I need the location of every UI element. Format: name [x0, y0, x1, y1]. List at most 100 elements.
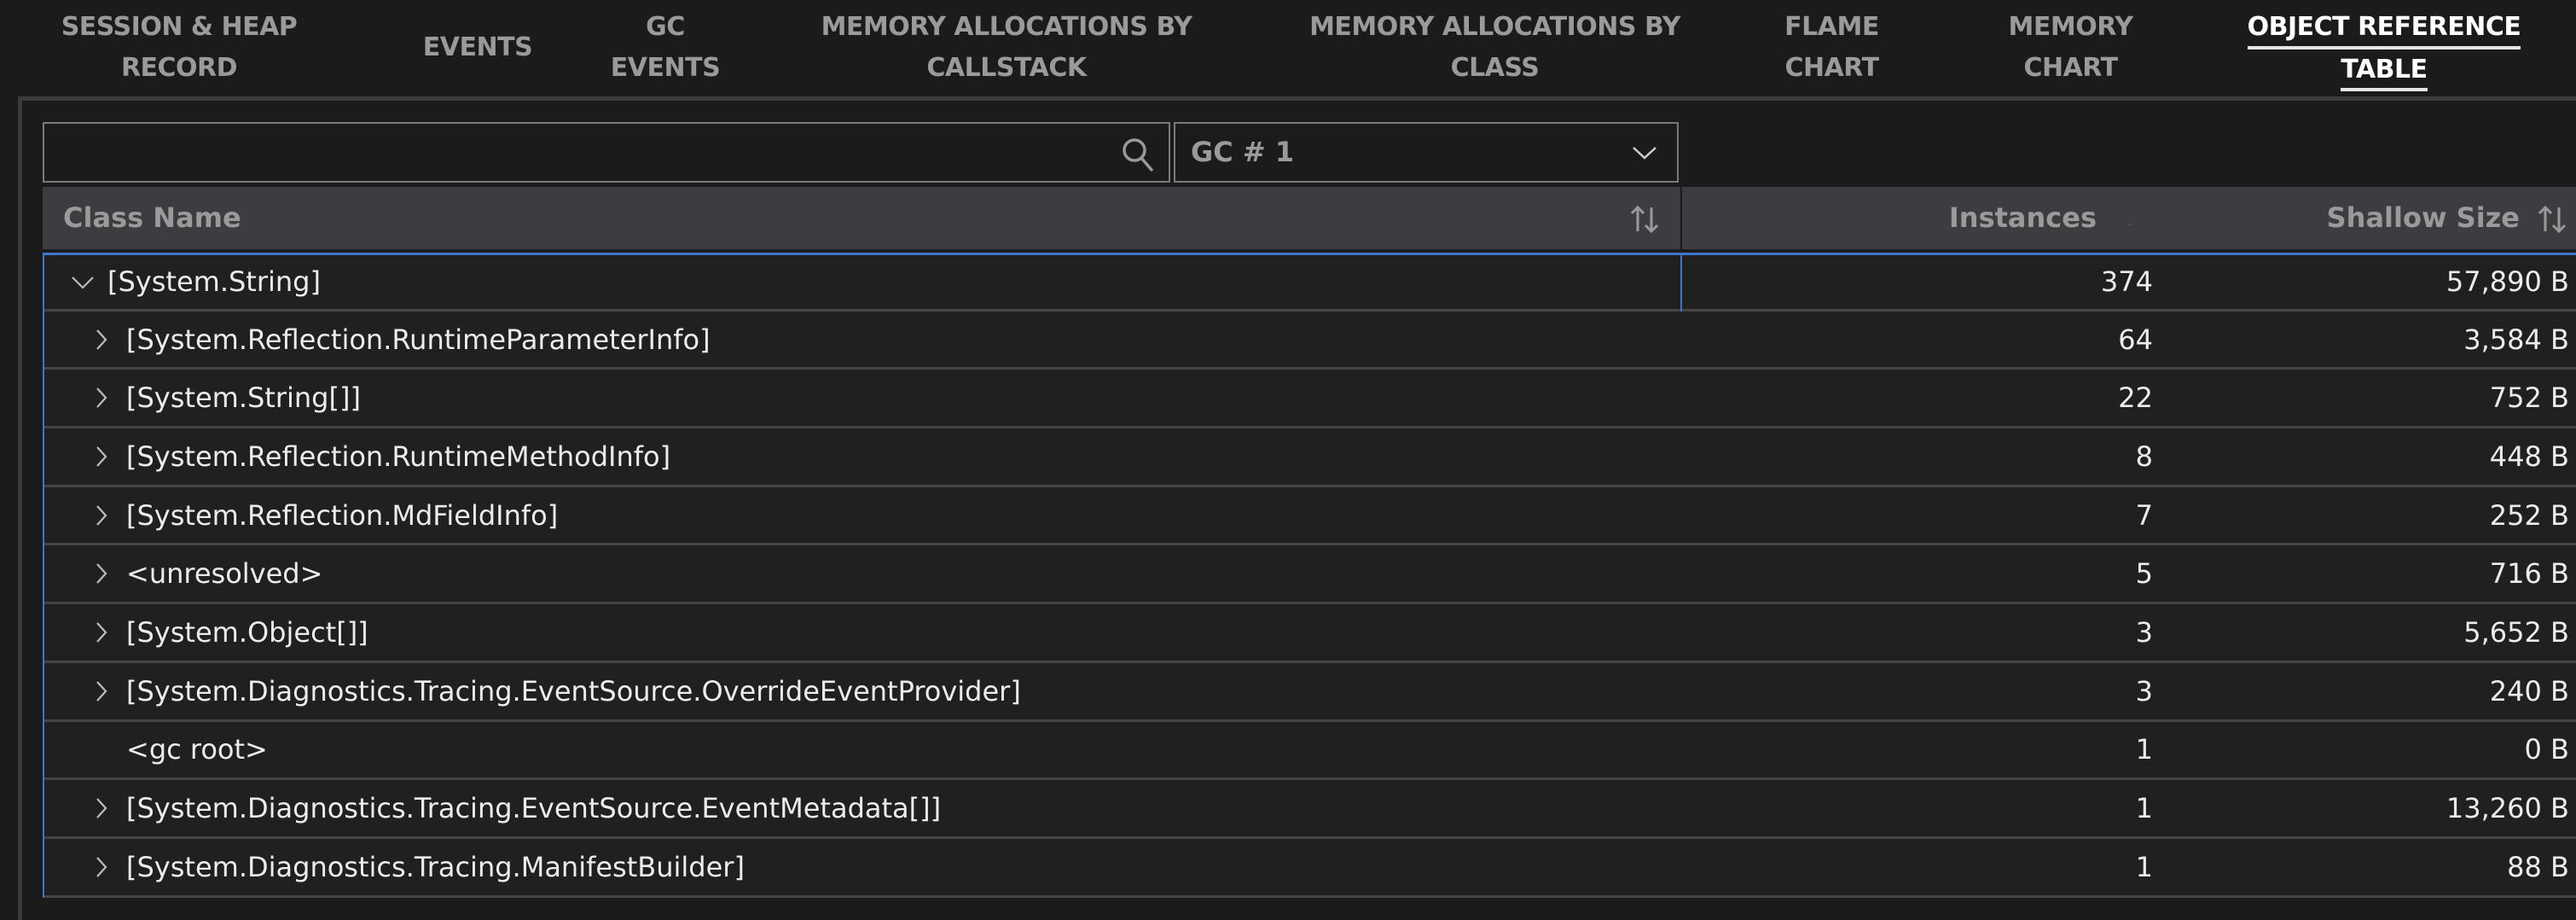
instances-cell: 22 [2118, 381, 2153, 415]
tab-memory-chart[interactable]: MEMORY CHART [1996, 7, 2145, 89]
chevron-right-icon[interactable] [89, 854, 114, 880]
class-name: [System.String] [107, 265, 321, 299]
chevron-right-icon[interactable] [89, 327, 114, 352]
tab-label: MEMORY ALLOCATIONS BY [821, 12, 1192, 42]
gc-select[interactable]: GC # 1 [1174, 122, 1679, 183]
table-row[interactable]: [System.String] 374 57,890 B [43, 253, 2576, 313]
instances-cell: 1 [2135, 850, 2153, 883]
chevron-down-icon[interactable] [70, 269, 96, 294]
column-header-class-name[interactable]: Class Name [43, 187, 1680, 249]
class-name-cell: [System.Diagnostics.Tracing.EventSource.… [44, 780, 941, 836]
class-name: <unresolved> [126, 557, 323, 591]
column-header-instances[interactable]: Instances [1682, 187, 2170, 249]
table-row[interactable]: [System.String[]] 22 752 B [44, 370, 2576, 429]
class-name: [System.Object[]] [126, 615, 368, 649]
column-label: Instances [1948, 201, 2097, 234]
table-row[interactable]: [System.Reflection.MdFieldInfo] 7 252 B [44, 486, 2576, 546]
class-name: [System.Reflection.MdFieldInfo] [126, 498, 559, 532]
instances-cell: 374 [2100, 265, 2153, 299]
tab-object-reference-table[interactable]: OBJECT REFERENCE TABLE [2226, 7, 2542, 91]
search-input[interactable] [44, 124, 1102, 181]
tab-label: MEMORY ALLOCATIONS BY [1309, 12, 1680, 42]
tab-label: SESSION & HEAP RECORD [61, 12, 298, 83]
tab-label: CHART [1784, 53, 1879, 83]
chevron-down-icon [1633, 147, 1656, 160]
table-body: [System.String] 374 57,890 B [System.Reflec… [43, 253, 2576, 898]
table-row[interactable]: [System.Diagnostics.Tracing.EventSource.… [44, 662, 2576, 722]
tab-flame-chart[interactable]: FLAME CHART [1774, 7, 1889, 89]
instances-cell: 1 [2135, 733, 2153, 766]
table-row[interactable]: [System.Diagnostics.Tracing.EventSource.… [44, 780, 2576, 839]
table-header: Class Name Instances Shallow Size [43, 187, 2576, 249]
table-row[interactable]: <unresolved> 5 716 B [44, 545, 2576, 605]
shallow-size-cell: 448 B [2489, 440, 2569, 473]
column-label: Class Name [63, 201, 241, 234]
tab-label: OBJECT REFERENCE [2247, 9, 2521, 49]
gc-select-value: GC # 1 [1191, 136, 1295, 168]
chevron-right-icon[interactable] [89, 620, 114, 645]
column-label: Shallow Size [2326, 201, 2520, 234]
tab-bar: SESSION & HEAP RECORD INFO EVENTS GC EVE… [0, 0, 2576, 124]
sort-both-icon[interactable] [2537, 204, 2567, 235]
chevron-right-icon[interactable] [89, 561, 114, 586]
class-name: [System.Diagnostics.Tracing.EventSource.… [126, 674, 1021, 707]
table-row[interactable]: <gc root> 1 0 B [44, 721, 2576, 781]
instances-cell: 8 [2135, 440, 2153, 473]
class-name-cell: [System.Diagnostics.Tracing.EventSource.… [44, 663, 1021, 719]
instances-cell: 3 [2135, 615, 2153, 649]
instances-cell: 1 [2135, 792, 2153, 825]
shallow-size-cell: 252 B [2489, 498, 2569, 532]
class-name-cell: [System.Object[]] [44, 604, 368, 661]
chevron-right-icon[interactable] [89, 678, 114, 704]
table-row[interactable]: [System.Diagnostics.Tracing.ManifestBuil… [44, 838, 2576, 898]
table-row[interactable]: [System.Object[]] 3 5,652 B [44, 604, 2576, 663]
class-name-cell: <gc root> [44, 722, 268, 778]
shallow-size-cell: 88 B [2507, 850, 2569, 883]
tab-memory-allocations-by-class[interactable]: MEMORY ALLOCATIONS BY CLASS [1301, 7, 1689, 89]
class-name: [System.Reflection.RuntimeMethodInfo] [126, 440, 671, 473]
instances-cell: 64 [2118, 323, 2153, 356]
tab-gc-events[interactable]: GC EVENTS [597, 7, 734, 89]
table-row[interactable]: [System.Reflection.RuntimeMethodInfo] 8 44… [44, 428, 2576, 487]
class-name-cell: [System.Reflection.RuntimeMethodInfo] [44, 428, 670, 485]
tab-label: GC [646, 12, 685, 42]
table-row[interactable]: [System.Reflection.RuntimeParameterInfo]… [44, 311, 2576, 370]
class-name: <gc root> [126, 733, 268, 766]
class-name-cell: [System.Reflection.MdFieldInfo] [44, 487, 558, 544]
search-box[interactable] [43, 122, 1170, 183]
chevron-right-icon[interactable] [89, 503, 114, 528]
shallow-size-cell: 752 B [2489, 381, 2569, 415]
search-icon[interactable] [1119, 136, 1157, 173]
tab-label: MEMORY [2008, 12, 2133, 42]
chevron-right-icon[interactable] [89, 795, 114, 821]
shallow-size-cell: 716 B [2489, 557, 2569, 591]
class-name: [System.Diagnostics.Tracing.ManifestBuil… [126, 850, 745, 883]
shallow-size-cell: 240 B [2489, 674, 2569, 707]
tab-label: CHART [2023, 53, 2118, 83]
tab-label: CLASS [1450, 53, 1540, 83]
class-name-cell: [System.String] [44, 255, 321, 309]
class-name: [System.String[]] [126, 381, 361, 415]
class-name: [System.Reflection.RuntimeParameterInfo] [126, 323, 711, 356]
tab-events[interactable]: EVENTS [414, 27, 542, 68]
tab-label: EVENTS [610, 53, 721, 83]
shallow-size-cell: 5,652 B [2463, 615, 2569, 649]
instances-cell: 7 [2135, 498, 2153, 532]
class-name-cell: <unresolved> [44, 545, 322, 602]
tab-label: TABLE [2341, 52, 2428, 91]
class-name-cell: [System.Diagnostics.Tracing.ManifestBuil… [44, 839, 745, 895]
shallow-size-cell: 3,584 B [2463, 323, 2569, 356]
tab-label: FLAME [1784, 12, 1879, 42]
instances-cell: 5 [2135, 557, 2153, 591]
sort-both-icon[interactable] [1629, 204, 1660, 235]
shallow-size-cell: 13,260 B [2445, 792, 2569, 825]
tab-memory-allocations-by-callstack[interactable]: MEMORY ALLOCATIONS BY CALLSTACK [815, 7, 1198, 89]
shallow-size-cell: 0 B [2524, 733, 2569, 766]
chevron-right-icon[interactable] [89, 444, 114, 469]
shallow-size-cell: 57,890 B [2445, 265, 2569, 299]
column-header-shallow-size[interactable]: Shallow Size [2130, 187, 2576, 249]
class-name-cell: [System.String[]] [44, 370, 361, 426]
tab-label: CALLSTACK [926, 53, 1087, 83]
chevron-right-icon[interactable] [89, 385, 114, 411]
instances-cell: 3 [2135, 674, 2153, 707]
